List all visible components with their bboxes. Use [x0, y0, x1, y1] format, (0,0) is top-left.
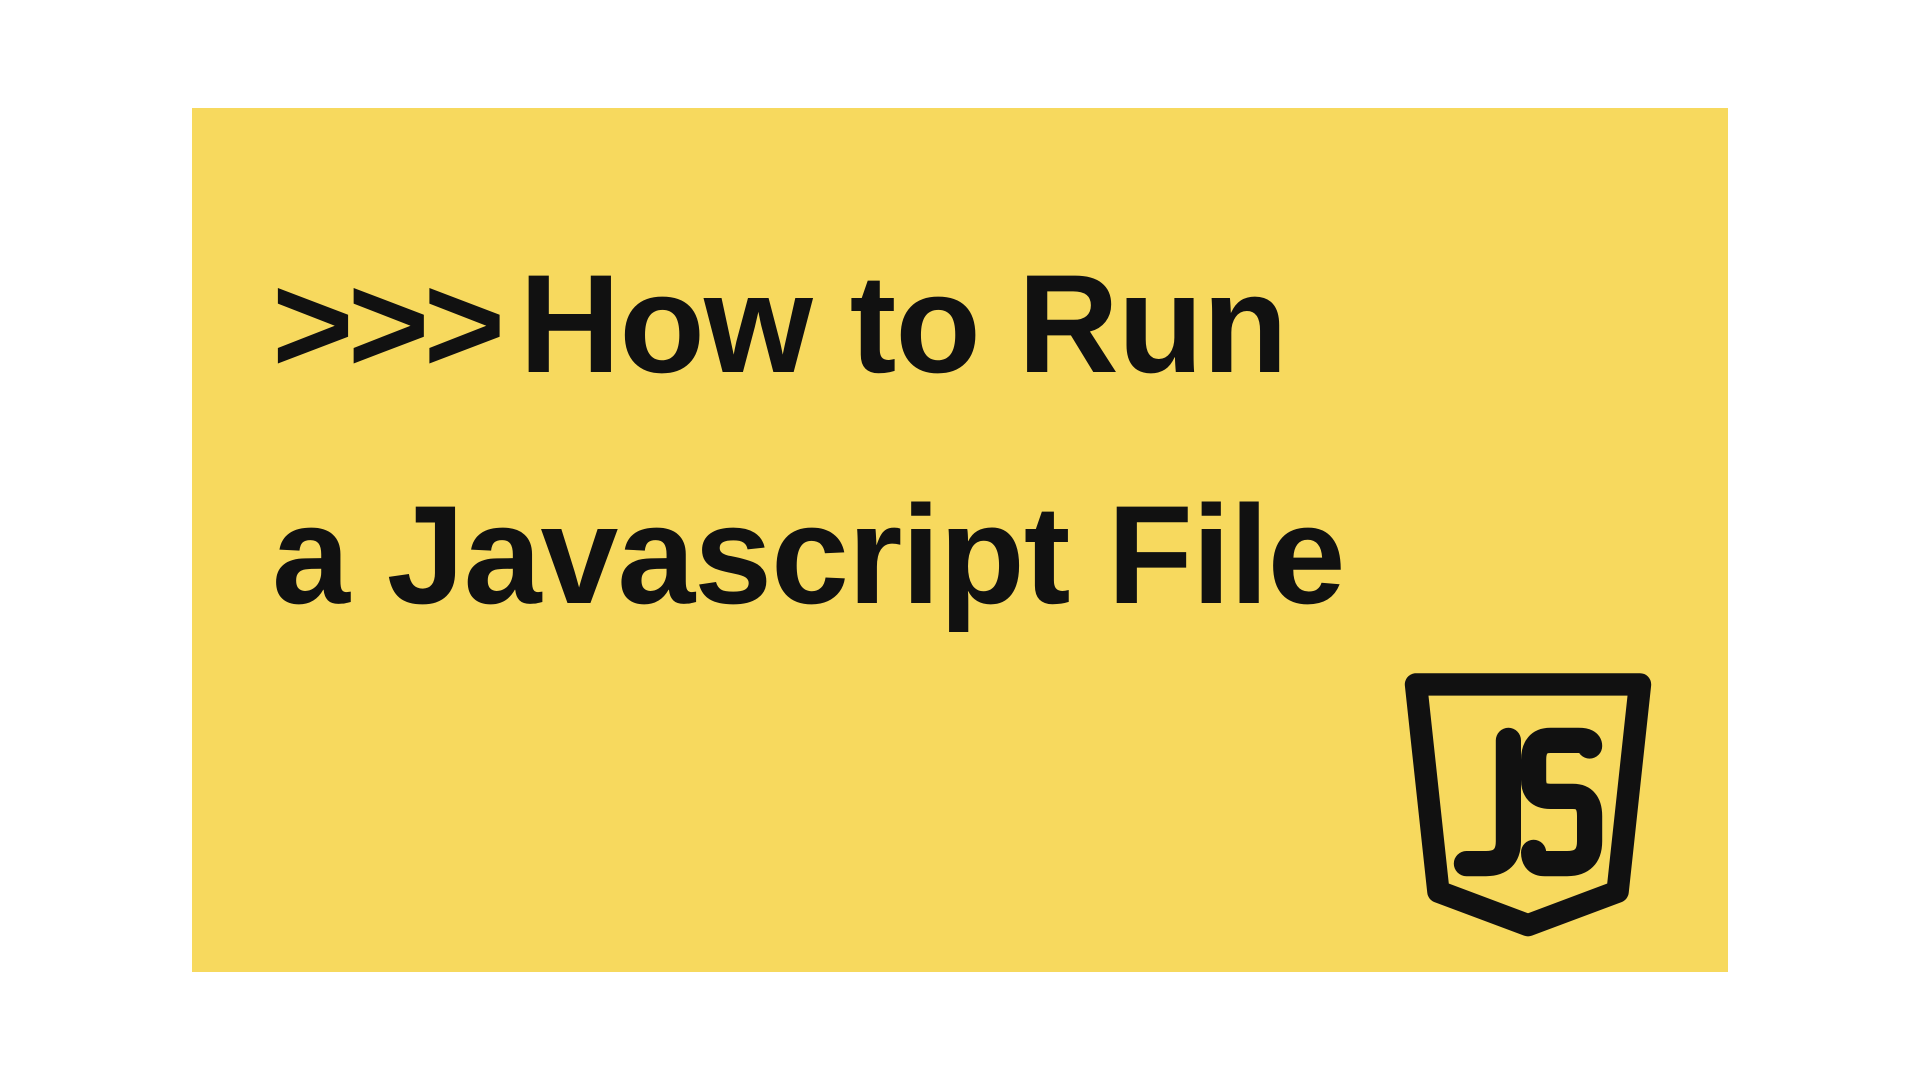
- banner-title: >>>How to Run a Javascript File: [272, 208, 1648, 670]
- title-line-1: How to Run: [519, 245, 1287, 402]
- title-line-2: a Javascript File: [272, 476, 1345, 633]
- hero-banner: >>>How to Run a Javascript File: [192, 108, 1728, 972]
- title-prefix: >>>: [272, 245, 499, 402]
- javascript-icon: [1388, 662, 1668, 942]
